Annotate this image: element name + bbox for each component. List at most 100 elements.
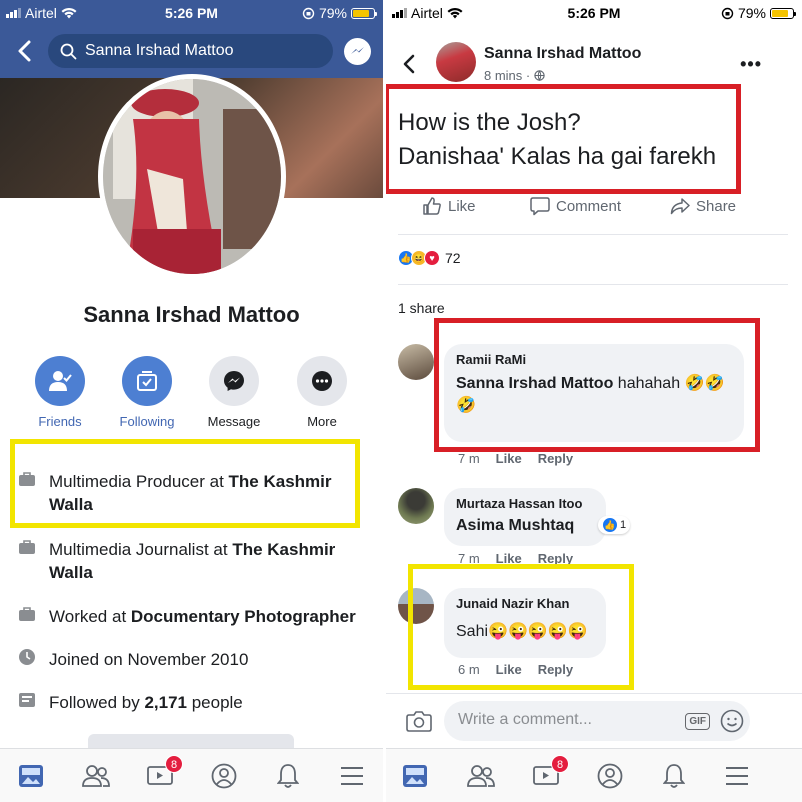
red-highlight-box	[434, 318, 760, 452]
tab-watch[interactable]: 8	[145, 755, 183, 791]
profile-photo-drawing	[103, 79, 281, 274]
tab-menu[interactable]	[722, 761, 752, 791]
tab-notifications[interactable]	[273, 761, 303, 791]
tab-menu[interactable]	[337, 761, 367, 791]
commenter-avatar[interactable]	[398, 344, 434, 380]
tab-profile[interactable]	[595, 761, 625, 791]
post-options-button[interactable]: •••	[740, 54, 762, 75]
divider	[398, 284, 788, 285]
post-text: How is the Josh? Danishaa' Kalas ha gai …	[398, 109, 717, 170]
comment-like-link[interactable]: Like	[496, 662, 522, 677]
following-icon	[137, 371, 157, 391]
tab-friends[interactable]	[81, 761, 111, 791]
comment-reply-link[interactable]: Reply	[538, 662, 573, 677]
share-button[interactable]: Share	[670, 196, 736, 216]
friends-button[interactable]: Friends	[24, 356, 96, 429]
signal-icon	[6, 8, 21, 18]
gif-button[interactable]: GIF	[685, 713, 710, 730]
clock: 5:26 PM	[165, 5, 218, 21]
author-name[interactable]: Sanna Irshad Mattoo	[484, 45, 641, 63]
globe-icon	[534, 70, 545, 82]
news-feed-icon	[19, 765, 43, 787]
status-bar: Airtel 5:26 PM 79%	[386, 0, 802, 26]
signal-icon	[392, 8, 407, 18]
share-icon	[670, 198, 690, 215]
search-text: Sanna Irshad Mattoo	[85, 42, 234, 59]
briefcase-icon	[19, 607, 35, 621]
wifi-icon	[61, 8, 77, 19]
back-icon[interactable]	[14, 38, 36, 64]
like-reaction-icon: 👍	[602, 517, 618, 533]
search-bar[interactable]: Sanna Irshad Mattoo	[48, 34, 333, 68]
commenter-name[interactable]: Murtaza Hassan Itoo	[456, 496, 594, 511]
tab-friends[interactable]	[466, 761, 496, 791]
orientation-lock-icon	[721, 7, 734, 19]
author-avatar[interactable]	[436, 42, 476, 82]
back-icon[interactable]	[402, 54, 416, 74]
comment-icon	[530, 197, 550, 216]
bell-icon	[277, 764, 299, 788]
more-button[interactable]: More	[286, 356, 358, 429]
thumbs-up-icon	[423, 197, 441, 215]
following-button[interactable]: Following	[111, 356, 183, 429]
notification-badge: 8	[551, 755, 569, 773]
divider	[386, 693, 802, 694]
emoji-icon[interactable]	[720, 709, 744, 733]
news-feed-icon	[403, 765, 427, 787]
tab-news-feed[interactable]	[16, 761, 46, 791]
battery-status: 79%	[721, 5, 796, 21]
battery-icon	[770, 7, 796, 19]
profile-picture[interactable]	[98, 74, 286, 279]
profile-actions: Friends Following Message More	[0, 356, 383, 438]
tab-news-feed[interactable]	[400, 761, 430, 791]
battery-status: 79%	[302, 5, 377, 21]
bell-icon	[663, 764, 685, 788]
messenger-icon	[224, 371, 244, 391]
menu-icon	[341, 767, 363, 785]
status-bar: Airtel 5:26 PM 79%	[0, 0, 383, 26]
wifi-icon	[447, 8, 463, 19]
friends-icon	[467, 765, 495, 787]
comment-composer: Write a comment... GIF	[386, 696, 802, 746]
briefcase-icon	[19, 540, 35, 554]
menu-icon	[726, 767, 748, 785]
comment-reply-link[interactable]: Reply	[538, 451, 573, 466]
tab-notifications[interactable]	[659, 761, 689, 791]
comment-bubble: Murtaza Hassan Itoo Asima Mushtaq	[444, 488, 606, 546]
comment-like-link[interactable]: Like	[496, 451, 522, 466]
share-count[interactable]: 1 share	[398, 300, 445, 316]
briefcase-icon	[19, 472, 35, 486]
followers-icon	[19, 693, 35, 707]
tab-watch[interactable]: 8	[531, 755, 569, 791]
screenshot-composite: Airtel 5:26 PM 79% Sanna Irshad Mattoo S…	[0, 0, 802, 802]
bottom-tab-bar: 8	[0, 748, 383, 802]
love-reaction-icon: ♥	[424, 250, 440, 266]
messenger-button[interactable]	[344, 38, 371, 65]
reaction-summary[interactable]: 👍 😆 ♥ 72	[398, 250, 461, 266]
search-icon	[60, 43, 77, 59]
like-button[interactable]: Like	[422, 196, 476, 216]
friends-icon	[82, 765, 110, 787]
tab-profile[interactable]	[209, 761, 239, 791]
post-time: 8 mins ·	[484, 68, 545, 83]
comment-reaction-count[interactable]: 👍 1	[598, 516, 631, 534]
bottom-tab-bar: 8	[386, 748, 802, 802]
profile-icon	[597, 763, 623, 789]
comment-meta: 6 m Like Reply	[458, 662, 574, 677]
comment-meta: 7 m Like Reply	[458, 451, 574, 466]
commenter-avatar[interactable]	[398, 488, 434, 524]
profile-screen: Airtel 5:26 PM 79% Sanna Irshad Mattoo S…	[0, 0, 383, 802]
more-icon	[312, 371, 332, 391]
camera-icon[interactable]	[406, 709, 432, 733]
carrier: Airtel	[6, 5, 77, 21]
clock-icon	[19, 649, 35, 665]
notification-badge: 8	[165, 755, 183, 773]
message-button[interactable]: Message	[198, 356, 270, 429]
profile-icon	[211, 763, 237, 789]
friends-icon	[49, 371, 72, 391]
comment-text[interactable]: Asima Mushtaq	[456, 515, 594, 537]
post-header: Sanna Irshad Mattoo 8 mins · •••	[386, 36, 802, 86]
profile-name: Sanna Irshad Mattoo	[83, 302, 300, 327]
comment-button[interactable]: Comment	[530, 196, 621, 216]
messenger-icon	[351, 47, 364, 54]
